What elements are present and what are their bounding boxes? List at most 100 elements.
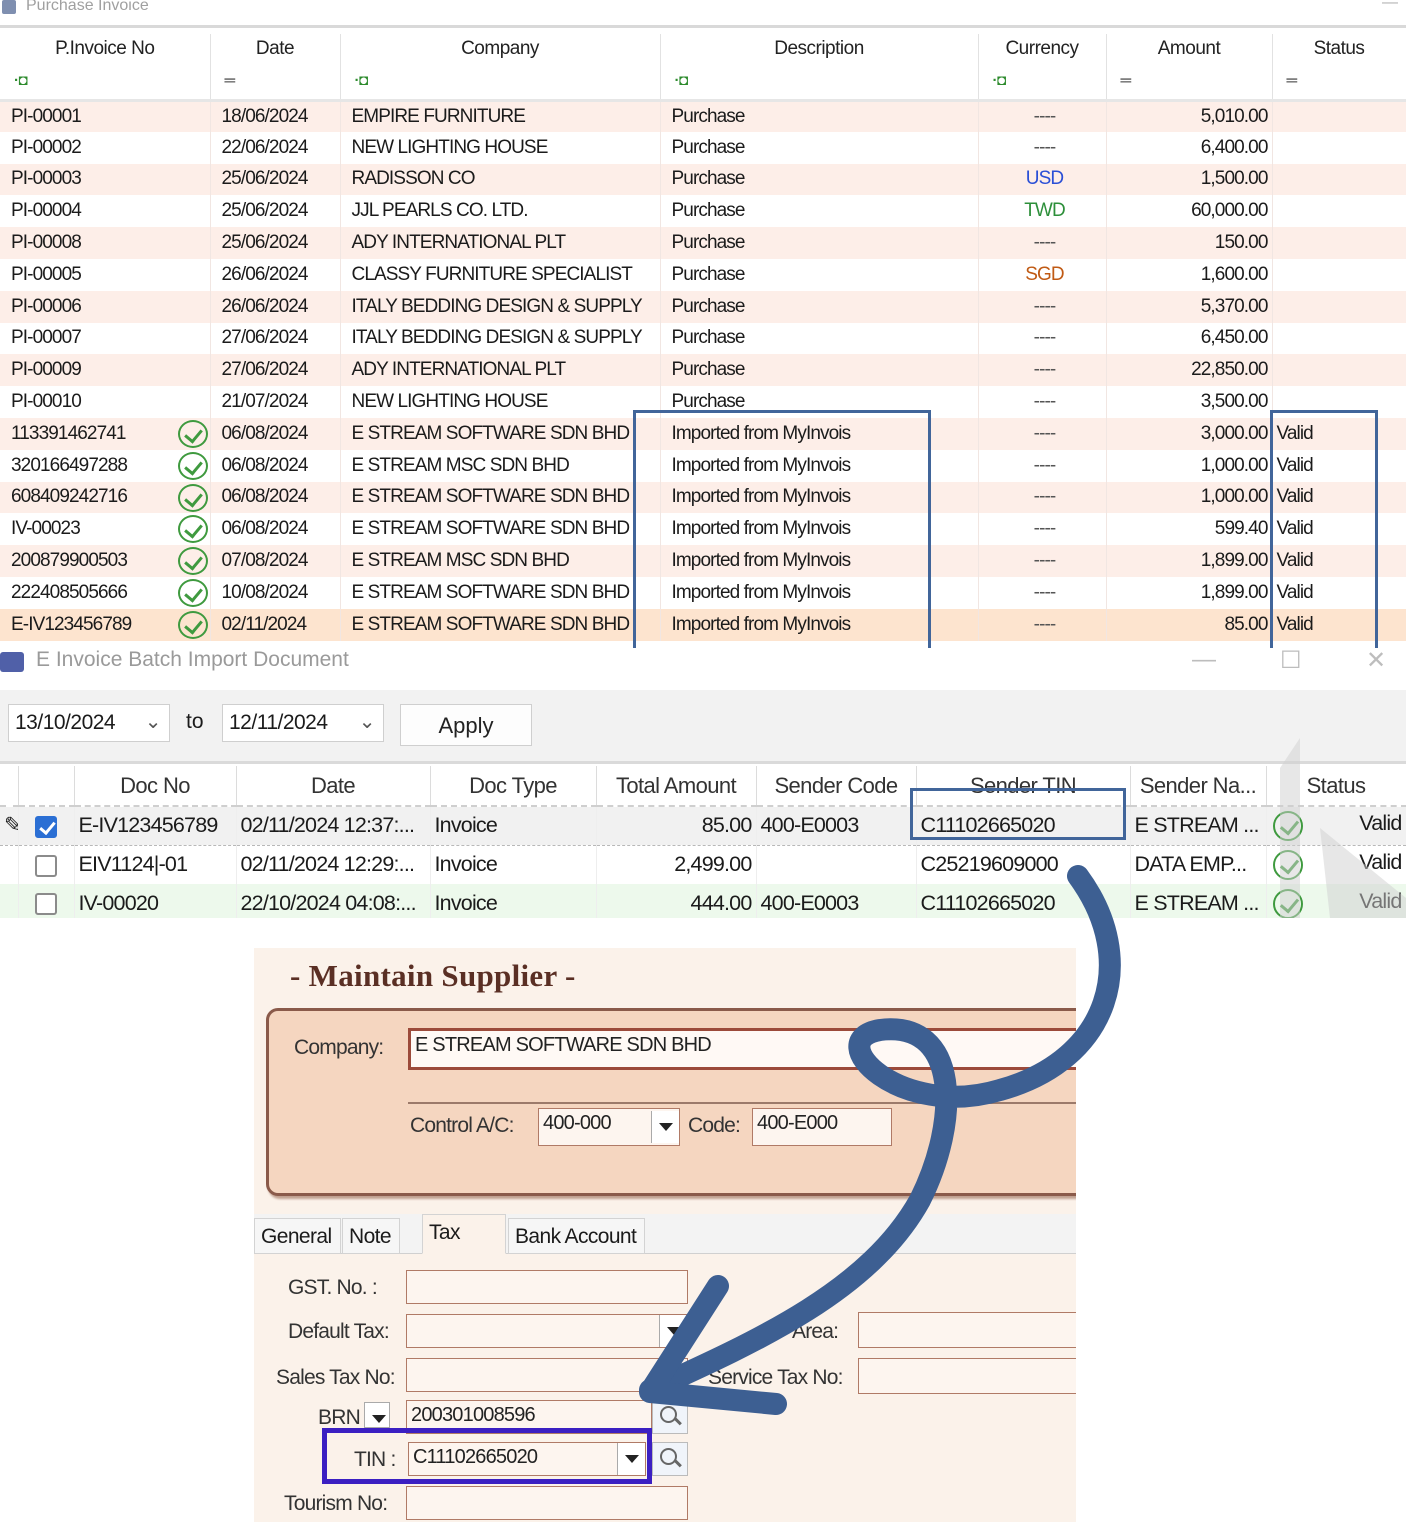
table-row[interactable]: PI-00003 25/06/2024 RADISSON CO Purchase USD…: [0, 163, 1406, 196]
filter-icon[interactable]: ·◘: [675, 72, 689, 89]
row-checkbox[interactable]: [35, 854, 57, 877]
cell-status[interactable]: [1272, 322, 1406, 355]
cell-date[interactable]: 26/06/2024: [210, 290, 341, 323]
date-from-picker[interactable]: 13/10/2024 ⌄: [8, 704, 170, 742]
cell-amount[interactable]: 1,500.00: [1106, 163, 1273, 196]
cell-doc-type[interactable]: Invoice: [430, 806, 597, 846]
cell-amount[interactable]: 85.00: [1106, 608, 1273, 641]
cell-invoice-no[interactable]: 608409242716: [0, 481, 211, 514]
cell-currency[interactable]: USD: [978, 163, 1107, 196]
cell-status[interactable]: [1272, 258, 1406, 291]
service-tax-input[interactable]: [858, 1358, 1076, 1394]
cell-date[interactable]: 02/11/2024 12:29:...: [236, 845, 431, 884]
cell-currency[interactable]: ----: [978, 449, 1107, 482]
cell-currency[interactable]: ----: [978, 354, 1107, 387]
cell-amount[interactable]: 1,899.00: [1106, 576, 1273, 609]
cell-invoice-no[interactable]: PI-00003: [0, 163, 211, 196]
cell-currency[interactable]: ----: [978, 131, 1107, 164]
brn-type-dropdown-icon[interactable]: [364, 1402, 390, 1428]
chevron-down-icon[interactable]: ⌄: [359, 709, 376, 734]
cell-company[interactable]: JJL PEARLS CO. LTD.: [340, 195, 661, 228]
cell-amount[interactable]: 599.40: [1106, 513, 1273, 546]
col-header-doc-type[interactable]: Doc Type: [430, 766, 597, 807]
cell-date[interactable]: 10/08/2024: [210, 576, 341, 609]
cell-date[interactable]: 06/08/2024: [210, 513, 341, 546]
cell-invoice-no[interactable]: PI-00001: [0, 100, 211, 132]
cell-invoice-no[interactable]: PI-00007: [0, 322, 211, 355]
gst-input[interactable]: [406, 1270, 688, 1304]
table-row[interactable]: PI-00002 22/06/2024 NEW LIGHTING HOUSE Purc…: [0, 131, 1406, 164]
cell-company[interactable]: ITALY BEDDING DESIGN & SUPPLY: [340, 322, 661, 355]
cell-doc-no[interactable]: IV-00020: [74, 884, 237, 918]
cell-invoice-no[interactable]: PI-00006: [0, 290, 211, 323]
col-header-sender-code[interactable]: Sender Code: [756, 766, 917, 807]
cell-invoice-no[interactable]: PI-00004: [0, 195, 211, 228]
cell-description[interactable]: Purchase: [660, 227, 979, 259]
col-header-total-amount[interactable]: Total Amount: [596, 766, 757, 807]
cell-sender-code[interactable]: 400-E0003: [756, 884, 917, 918]
filter-icon[interactable]: ═: [1121, 72, 1132, 89]
cell-company[interactable]: CLASSY FURNITURE SPECIALIST: [340, 258, 661, 291]
cell-total-amount[interactable]: 444.00: [596, 884, 757, 918]
cell-currency[interactable]: ----: [978, 608, 1107, 641]
col-header-invoice-no[interactable]: P.Invoice No ·◘: [0, 34, 211, 102]
cell-doc-type[interactable]: Invoice: [430, 884, 597, 918]
company-input[interactable]: E STREAM SOFTWARE SDN BHD: [408, 1028, 1076, 1070]
table-row[interactable]: PI-00007 27/06/2024 ITALY BEDDING DESIGN &…: [0, 322, 1406, 355]
maximize-icon[interactable]: ☐: [1280, 648, 1302, 675]
cell-date[interactable]: 02/11/2024: [210, 608, 341, 641]
cell-currency[interactable]: ----: [978, 576, 1107, 609]
col-header-description[interactable]: Description ·◘: [660, 34, 979, 102]
cell-company[interactable]: E STREAM SOFTWARE SDN BHD: [340, 576, 661, 609]
row-checkbox[interactable]: [35, 815, 57, 838]
cell-date[interactable]: 21/07/2024: [210, 386, 341, 418]
col-header-doc-no[interactable]: Doc No: [74, 766, 237, 807]
cell-sender-code[interactable]: [756, 845, 917, 884]
minimize-icon[interactable]: —: [1192, 648, 1216, 674]
cell-date[interactable]: 26/06/2024: [210, 258, 341, 291]
cell-currency[interactable]: ----: [978, 386, 1107, 418]
cell-currency[interactable]: SGD: [978, 258, 1107, 291]
cell-sender-code[interactable]: 400-E0003: [756, 806, 917, 846]
table-row[interactable]: PI-00004 25/06/2024 JJL PEARLS CO. LTD. Pur…: [0, 195, 1406, 228]
cell-invoice-no[interactable]: 320166497288: [0, 449, 211, 482]
cell-company[interactable]: NEW LIGHTING HOUSE: [340, 131, 661, 164]
tin-lookup-search-icon[interactable]: [652, 1442, 688, 1476]
table-row[interactable]: PI-00005 26/06/2024 CLASSY FURNITURE SPECI…: [0, 258, 1406, 291]
cell-company[interactable]: E STREAM MSC SDN BHD: [340, 449, 661, 482]
filter-icon[interactable]: ·◘: [355, 72, 369, 89]
cell-company[interactable]: EMPIRE FURNITURE: [340, 100, 661, 132]
cell-company[interactable]: E STREAM MSC SDN BHD: [340, 545, 661, 577]
cell-date[interactable]: 18/06/2024: [210, 100, 341, 132]
dropdown-icon[interactable]: [659, 1315, 687, 1347]
cell-company[interactable]: ADY INTERNATIONAL PLT: [340, 354, 661, 387]
cell-description[interactable]: Purchase: [660, 354, 979, 387]
cell-amount[interactable]: 6,450.00: [1106, 322, 1273, 355]
cell-date[interactable]: 07/08/2024: [210, 545, 341, 577]
cell-amount[interactable]: 1,600.00: [1106, 258, 1273, 291]
cell-amount[interactable]: 5,010.00: [1106, 100, 1273, 132]
cell-date[interactable]: 27/06/2024: [210, 322, 341, 355]
cell-invoice-no[interactable]: PI-00005: [0, 258, 211, 291]
default-tax-select[interactable]: [406, 1314, 688, 1348]
cell-date[interactable]: 06/08/2024: [210, 449, 341, 482]
cell-description[interactable]: Purchase: [660, 100, 979, 132]
table-row[interactable]: PI-00008 25/06/2024 ADY INTERNATIONAL PLT P…: [0, 227, 1406, 259]
cell-currency[interactable]: ----: [978, 100, 1107, 132]
col-header-company[interactable]: Company ·◘: [340, 34, 661, 102]
cell-amount[interactable]: 1,899.00: [1106, 545, 1273, 577]
filter-icon[interactable]: ·◘: [993, 72, 1007, 89]
cell-company[interactable]: NEW LIGHTING HOUSE: [340, 386, 661, 418]
apply-button[interactable]: Apply: [400, 704, 532, 746]
cell-amount[interactable]: 6,400.00: [1106, 131, 1273, 164]
cell-description[interactable]: Purchase: [660, 258, 979, 291]
cell-company[interactable]: ITALY BEDDING DESIGN & SUPPLY: [340, 290, 661, 323]
minimize-icon[interactable]: —: [1382, 0, 1398, 12]
tourism-input[interactable]: [406, 1486, 688, 1520]
row-checkbox[interactable]: [35, 893, 57, 916]
cell-amount[interactable]: 3,000.00: [1106, 417, 1273, 450]
cell-total-amount[interactable]: 85.00: [596, 806, 757, 846]
tab-tax[interactable]: Tax: [422, 1214, 506, 1254]
cell-invoice-no[interactable]: IV-00023: [0, 513, 211, 546]
table-row[interactable]: EIV1124|-01 02/11/2024 12:29:... Invoice 2,…: [0, 845, 1406, 884]
